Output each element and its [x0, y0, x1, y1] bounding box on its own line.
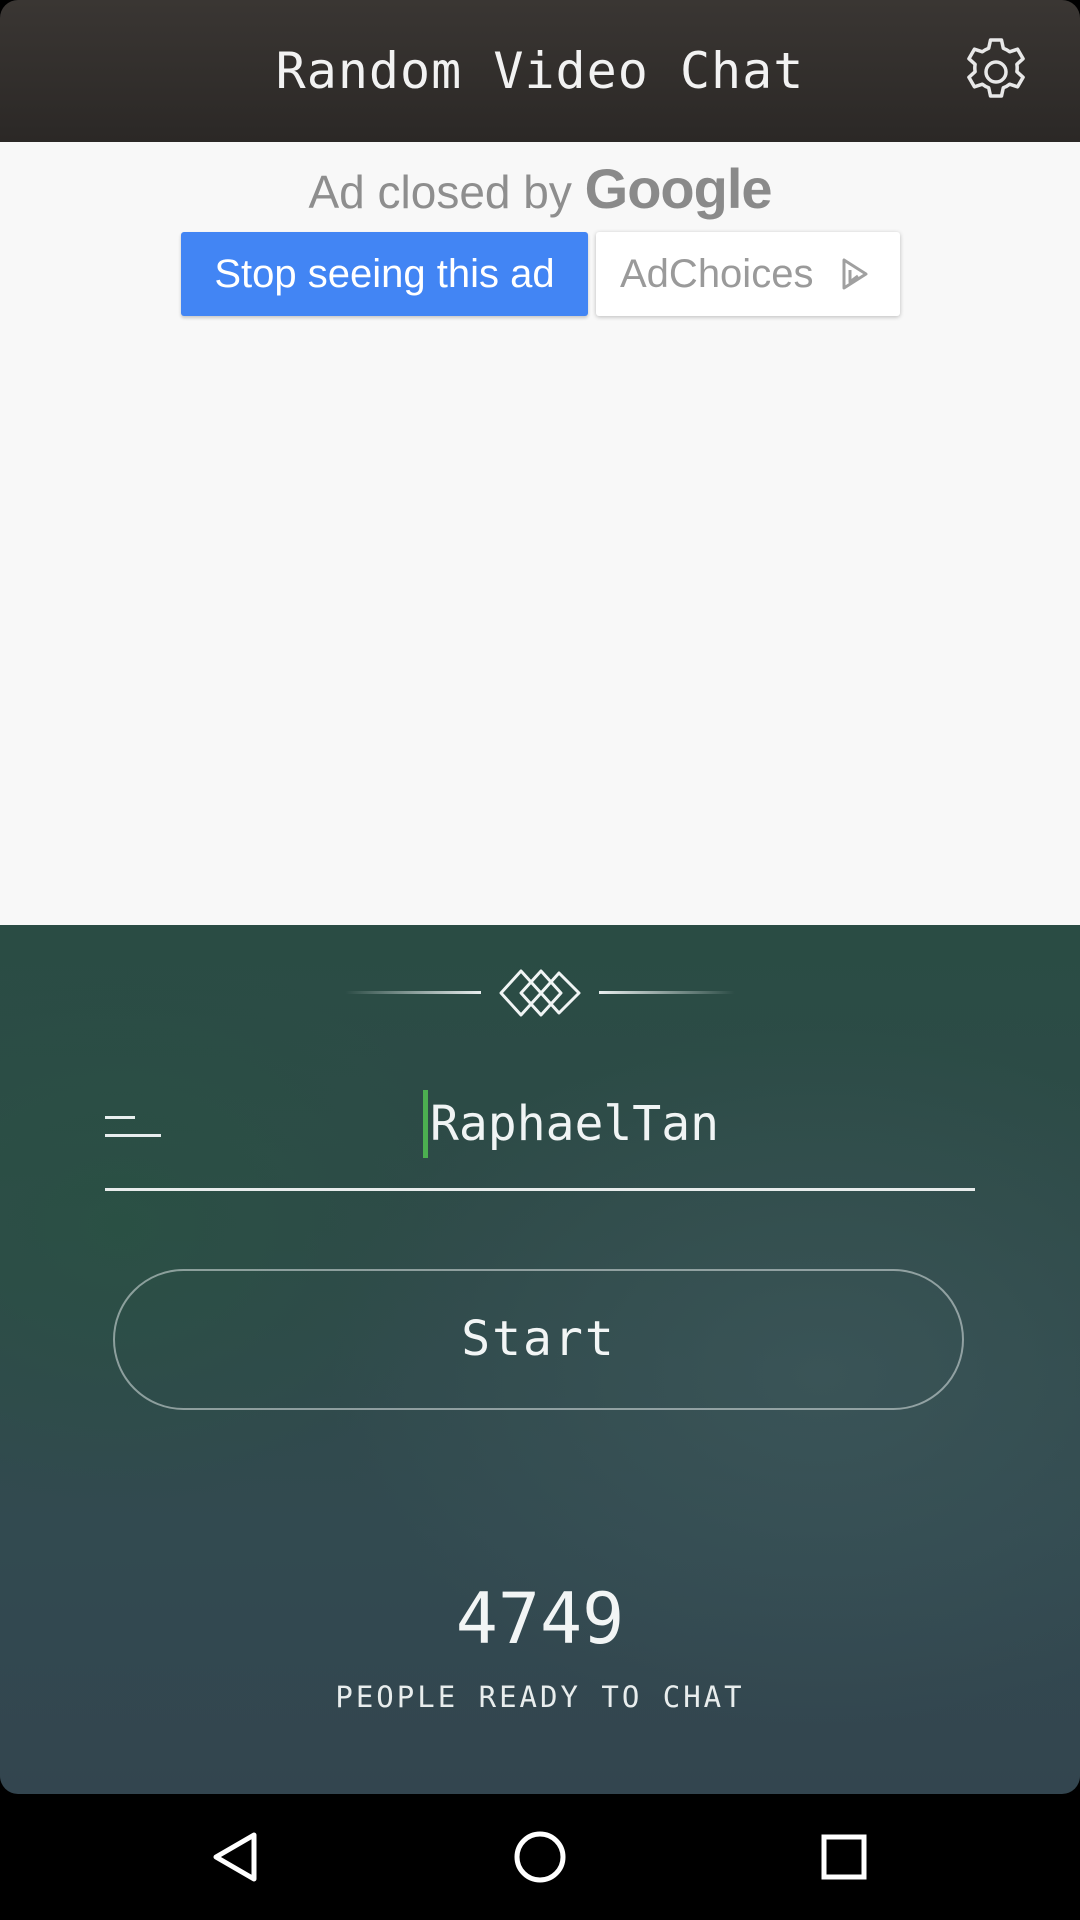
online-count: 4749	[455, 1578, 625, 1660]
recents-square-icon[interactable]	[814, 1827, 874, 1887]
online-count-label: PEOPLE READY TO CHAT	[335, 1680, 745, 1714]
system-nav-bar	[0, 1794, 1080, 1920]
adchoices-icon	[842, 258, 868, 290]
adchoices-button[interactable]: AdChoices	[596, 232, 900, 316]
google-logo: Google	[584, 157, 773, 220]
ad-area: Ad closed by Google Stop seeing this ad …	[0, 142, 1080, 925]
settings-button[interactable]	[960, 36, 1032, 108]
start-button[interactable]: Start	[113, 1269, 964, 1410]
app-bar: Random Video Chat	[0, 0, 1080, 142]
diamond-logo-icon	[345, 969, 735, 1017]
screen: Random Video Chat Ad closed by Google St…	[0, 0, 1080, 1920]
adchoices-label: AdChoices	[620, 252, 814, 296]
back-triangle-icon[interactable]	[206, 1827, 266, 1887]
menu-icon[interactable]	[105, 1112, 161, 1142]
gear-icon	[967, 38, 1025, 98]
home-circle-icon[interactable]	[510, 1827, 570, 1887]
app-title: Random Video Chat	[275, 42, 805, 100]
username-input[interactable]: RaphaelTan	[423, 1090, 850, 1158]
ad-closed-text: Ad closed by	[308, 166, 572, 218]
username-field-row: RaphaelTan	[105, 1082, 975, 1191]
ad-closed-notice: Ad closed by Google	[0, 156, 1080, 221]
stop-seeing-ad-button[interactable]: Stop seeing this ad	[181, 232, 588, 316]
